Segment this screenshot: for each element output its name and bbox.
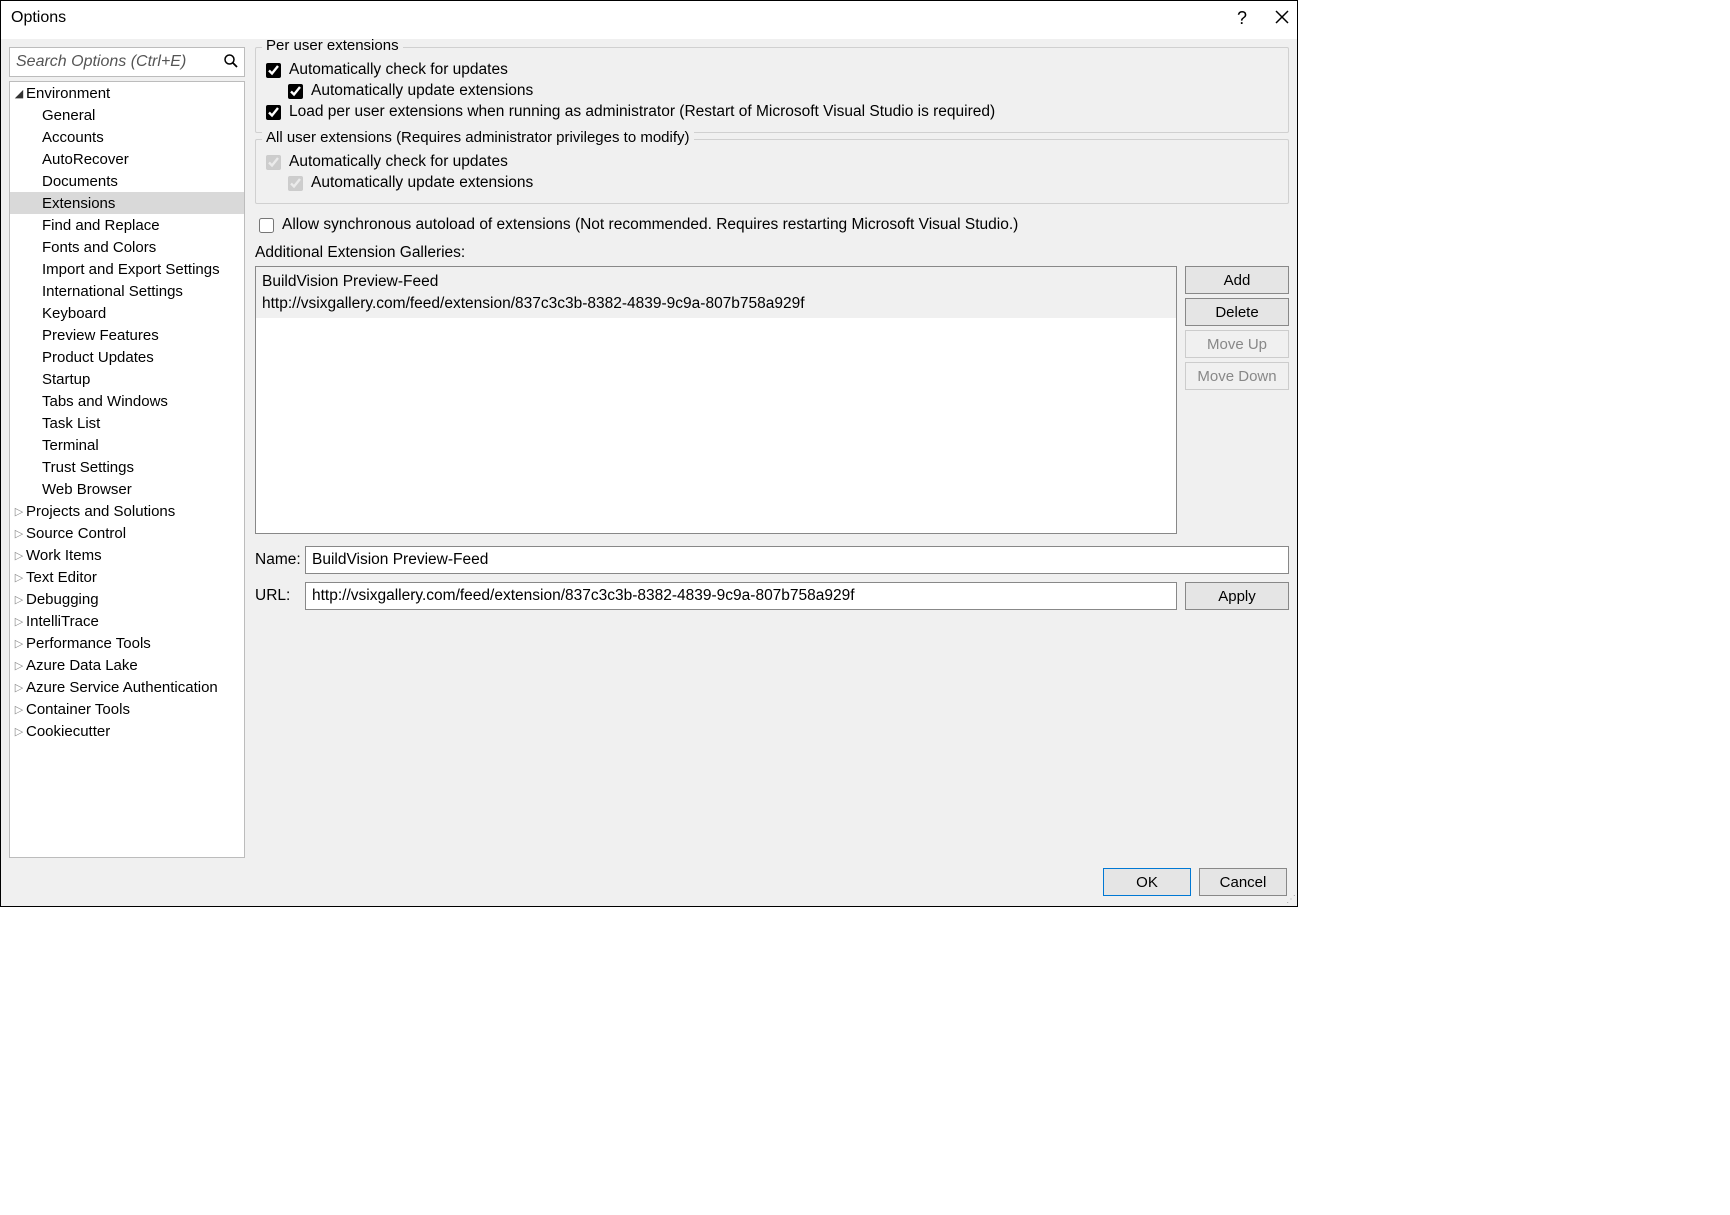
tree-item-documents[interactable]: Documents bbox=[10, 170, 244, 192]
tree-item-web-browser[interactable]: Web Browser bbox=[10, 478, 244, 500]
tree-item-terminal[interactable]: Terminal bbox=[10, 434, 244, 456]
tree-item-preview-features[interactable]: Preview Features bbox=[10, 324, 244, 346]
help-icon[interactable]: ? bbox=[1237, 9, 1247, 27]
cb-load-admin[interactable]: Load per user extensions when running as… bbox=[266, 103, 1278, 121]
tree-item-product-updates[interactable]: Product Updates bbox=[10, 346, 244, 368]
url-input[interactable] bbox=[305, 582, 1177, 610]
cb-allow-sync[interactable]: Allow synchronous autoload of extensions… bbox=[259, 216, 1289, 234]
dialog-footer: OK Cancel bbox=[1, 858, 1297, 906]
cb-allow-sync-input[interactable] bbox=[259, 218, 274, 233]
expand-icon[interactable]: ▷ bbox=[12, 571, 26, 584]
cb-auto-update-ext[interactable]: Automatically update extensions bbox=[288, 82, 1278, 100]
tree-item-general[interactable]: General bbox=[10, 104, 244, 126]
tree-item-fonts-and-colors[interactable]: Fonts and Colors bbox=[10, 236, 244, 258]
ok-button[interactable]: OK bbox=[1103, 868, 1191, 896]
search-input[interactable] bbox=[9, 47, 245, 77]
all-user-title: All user extensions (Requires administra… bbox=[262, 129, 694, 146]
tree-aitem-performance-tools[interactable]: ▷Performance Tools bbox=[10, 632, 244, 654]
tree-item-autorecover[interactable]: AutoRecover bbox=[10, 148, 244, 170]
tree-aitem-source-control[interactable]: ▷Source Control bbox=[10, 522, 244, 544]
tree-item-extensions[interactable]: Extensions bbox=[10, 192, 244, 214]
tree-item-task-list[interactable]: Task List bbox=[10, 412, 244, 434]
expand-icon[interactable]: ▷ bbox=[12, 549, 26, 562]
options-tree[interactable]: ◢EnvironmentGeneralAccountsAutoRecoverDo… bbox=[9, 81, 245, 858]
tree-aitem-cookiecutter[interactable]: ▷Cookiecutter bbox=[10, 720, 244, 742]
tree-item-accounts[interactable]: Accounts bbox=[10, 126, 244, 148]
tree-aitem-container-tools[interactable]: ▷Container Tools bbox=[10, 698, 244, 720]
tree-aitem-debugging[interactable]: ▷Debugging bbox=[10, 588, 244, 610]
tree-item-international-settings[interactable]: International Settings bbox=[10, 280, 244, 302]
all-user-group: All user extensions (Requires administra… bbox=[255, 139, 1289, 204]
cb-auto-check-updates[interactable]: Automatically check for updates bbox=[266, 61, 1278, 79]
cb-load-admin-input[interactable] bbox=[266, 105, 281, 120]
expand-icon[interactable]: ▷ bbox=[12, 527, 26, 540]
gallery-item-url: http://vsixgallery.com/feed/extension/83… bbox=[262, 293, 1170, 315]
expand-icon[interactable]: ▷ bbox=[12, 615, 26, 628]
move-down-button: Move Down bbox=[1185, 362, 1289, 390]
expand-icon[interactable]: ▷ bbox=[12, 681, 26, 694]
tree-aitem-intellitrace[interactable]: ▷IntelliTrace bbox=[10, 610, 244, 632]
galleries-label: Additional Extension Galleries: bbox=[255, 244, 1289, 262]
resize-grip-icon[interactable]: ⋰ bbox=[1286, 894, 1296, 905]
per-user-group: Per user extensions Automatically check … bbox=[255, 47, 1289, 133]
cb-all-auto-update-input bbox=[288, 176, 303, 191]
gallery-item[interactable]: BuildVision Preview-Feed http://vsixgall… bbox=[256, 267, 1176, 318]
tree-item-keyboard[interactable]: Keyboard bbox=[10, 302, 244, 324]
tree-aitem-text-editor[interactable]: ▷Text Editor bbox=[10, 566, 244, 588]
tree-aitem-environment[interactable]: ◢Environment bbox=[10, 82, 244, 104]
tree-aitem-work-items[interactable]: ▷Work Items bbox=[10, 544, 244, 566]
cancel-button[interactable]: Cancel bbox=[1199, 868, 1287, 896]
url-label: URL: bbox=[255, 587, 297, 605]
name-input[interactable] bbox=[305, 546, 1289, 574]
tree-item-tabs-and-windows[interactable]: Tabs and Windows bbox=[10, 390, 244, 412]
expand-icon[interactable]: ▷ bbox=[12, 637, 26, 650]
options-dialog: Options ? ◢EnvironmentGeneralAccountsAut… bbox=[0, 0, 1298, 907]
tree-aitem-azure-service-authentication[interactable]: ▷Azure Service Authentication bbox=[10, 676, 244, 698]
window-title: Options bbox=[11, 9, 66, 27]
tree-aitem-projects-and-solutions[interactable]: ▷Projects and Solutions bbox=[10, 500, 244, 522]
expand-icon[interactable]: ▷ bbox=[12, 725, 26, 738]
cb-all-auto-check-input bbox=[266, 155, 281, 170]
tree-item-trust-settings[interactable]: Trust Settings bbox=[10, 456, 244, 478]
cb-all-auto-update: Automatically update extensions bbox=[288, 174, 1278, 192]
collapse-icon[interactable]: ◢ bbox=[12, 87, 26, 100]
cb-all-auto-check: Automatically check for updates bbox=[266, 153, 1278, 171]
tree-item-startup[interactable]: Startup bbox=[10, 368, 244, 390]
tree-aitem-azure-data-lake[interactable]: ▷Azure Data Lake bbox=[10, 654, 244, 676]
expand-icon[interactable]: ▷ bbox=[12, 593, 26, 606]
gallery-item-name: BuildVision Preview-Feed bbox=[262, 271, 1170, 293]
add-button[interactable]: Add bbox=[1185, 266, 1289, 294]
tree-item-import-and-export-settings[interactable]: Import and Export Settings bbox=[10, 258, 244, 280]
delete-button[interactable]: Delete bbox=[1185, 298, 1289, 326]
titlebar: Options ? bbox=[1, 1, 1297, 39]
move-up-button: Move Up bbox=[1185, 330, 1289, 358]
galleries-list[interactable]: BuildVision Preview-Feed http://vsixgall… bbox=[255, 266, 1177, 534]
expand-icon[interactable]: ▷ bbox=[12, 703, 26, 716]
expand-icon[interactable]: ▷ bbox=[12, 659, 26, 672]
cb-auto-update-ext-input[interactable] bbox=[288, 84, 303, 99]
per-user-title: Per user extensions bbox=[262, 39, 403, 54]
expand-icon[interactable]: ▷ bbox=[12, 505, 26, 518]
name-label: Name: bbox=[255, 551, 297, 569]
cb-auto-check-updates-input[interactable] bbox=[266, 63, 281, 78]
close-icon[interactable] bbox=[1275, 9, 1289, 27]
tree-item-find-and-replace[interactable]: Find and Replace bbox=[10, 214, 244, 236]
apply-button[interactable]: Apply bbox=[1185, 582, 1289, 610]
search-icon[interactable] bbox=[223, 53, 239, 74]
